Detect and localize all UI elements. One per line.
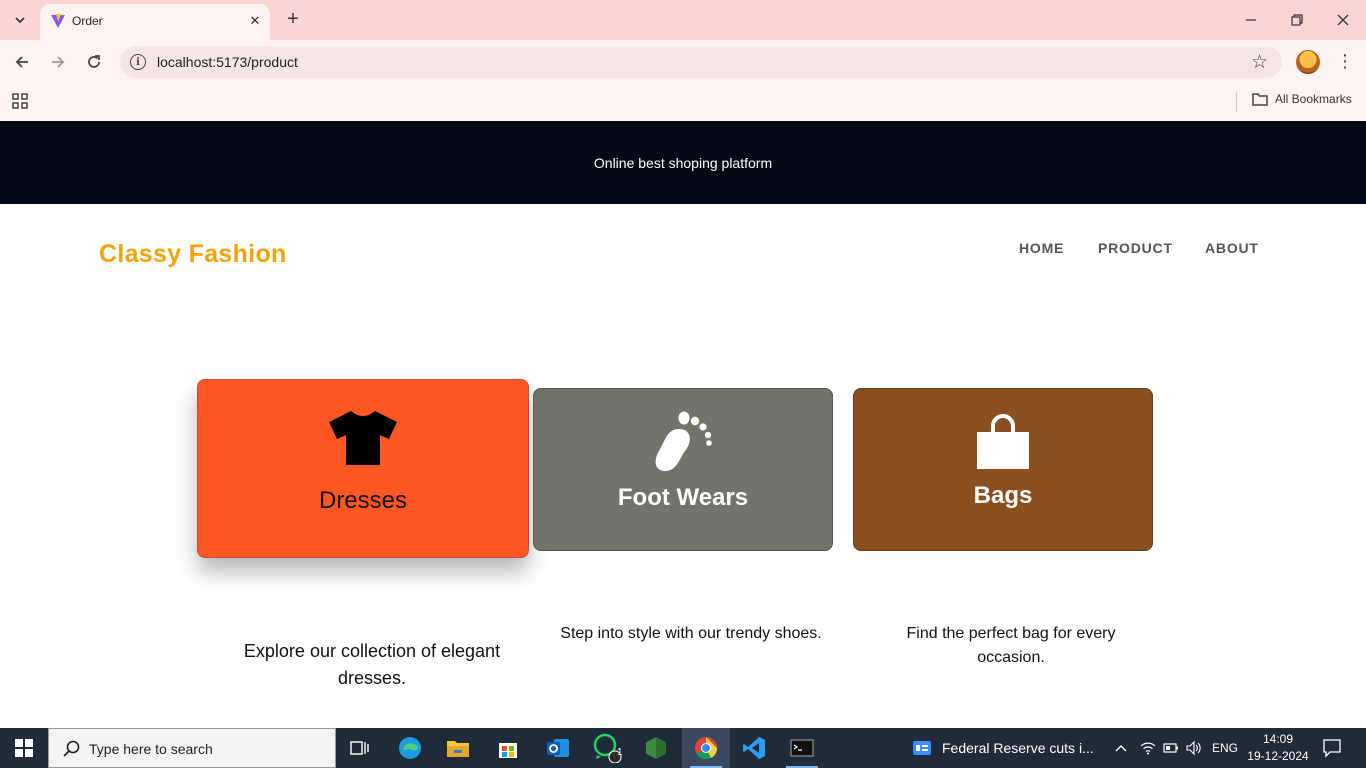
restore-icon (1291, 14, 1303, 26)
show-hidden-icons-button[interactable] (1114, 728, 1128, 768)
taskbar-app-outlook[interactable] (534, 728, 582, 768)
new-tab-button[interactable]: + (282, 9, 304, 31)
tab-close-icon[interactable]: ✕ (246, 12, 264, 30)
notification-center-button[interactable] (1322, 738, 1342, 763)
task-view-icon (350, 741, 369, 755)
clock-time: 14:09 (1262, 732, 1294, 746)
vscode-icon (743, 737, 765, 759)
taskbar-app-nodejs[interactable] (632, 728, 680, 768)
taskbar-app-whatsapp[interactable]: 1 (584, 728, 632, 768)
arrow-right-icon (52, 56, 65, 68)
news-icon (913, 741, 931, 755)
tab-title: Order (72, 14, 103, 28)
arrow-left-icon (15, 56, 28, 68)
all-bookmarks-label: All Bookmarks (1275, 92, 1352, 106)
hexagon-icon (646, 737, 666, 759)
taskbar-app-terminal[interactable] (778, 728, 826, 768)
store-icon (499, 743, 517, 758)
start-button[interactable] (0, 728, 48, 768)
edge-icon (399, 737, 421, 759)
terminal-icon (790, 739, 814, 757)
forward-button[interactable] (46, 50, 70, 74)
shopping-bag-icon (977, 414, 1029, 469)
taskbar-search-box[interactable]: Type here to search (48, 728, 336, 768)
back-button[interactable] (10, 50, 34, 74)
taskbar-news-widget[interactable]: Federal Reserve cuts i... (912, 728, 1094, 768)
windows-taskbar: Type here to search 1 Federal Reserve cu… (0, 728, 1366, 768)
folder-icon (447, 741, 469, 757)
category-label-dresses: Dresses (318, 487, 408, 514)
nav-home[interactable]: HOME (1019, 240, 1064, 256)
site-logo[interactable]: Classy Fashion (99, 240, 287, 269)
category-card-bags[interactable]: Bags (853, 388, 1153, 551)
category-card-dresses[interactable]: Dresses (197, 379, 529, 558)
taskbar-app-edge[interactable] (386, 728, 434, 768)
taskbar-app-file-explorer[interactable] (434, 728, 482, 768)
taskbar-app-vscode[interactable] (730, 728, 778, 768)
reload-button[interactable] (82, 50, 106, 74)
taskbar-app-store[interactable] (484, 728, 532, 768)
site-info-icon[interactable]: i (130, 54, 146, 70)
network-status[interactable] (1140, 728, 1156, 768)
minimize-icon (1246, 19, 1256, 21)
category-card-foot-wears[interactable]: Foot Wears (533, 388, 833, 551)
battery-status[interactable] (1163, 728, 1179, 768)
all-bookmarks-button[interactable]: All Bookmarks (1252, 92, 1352, 106)
bookmarks-separator (1236, 92, 1237, 112)
profile-avatar[interactable] (1296, 50, 1320, 74)
vite-logo-icon (51, 14, 65, 28)
banner-text: Online best shoping platform (593, 154, 773, 171)
taskbar-app-chrome[interactable] (682, 728, 730, 768)
category-description-dresses: Explore our collection of elegant dresse… (243, 641, 501, 688)
bookmark-star-icon[interactable]: ☆ (1251, 51, 1268, 74)
top-banner: Online best shoping platform (0, 121, 1366, 204)
input-language[interactable]: ENG (1212, 728, 1238, 768)
chrome-icon (695, 737, 718, 760)
news-headline: Federal Reserve cuts i... (942, 740, 1094, 756)
nav-about[interactable]: ABOUT (1205, 240, 1259, 256)
category-description-foot-wears: Step into style with our trendy shoes. (560, 625, 822, 642)
apps-grid-icon[interactable] (12, 93, 28, 109)
chevron-down-icon (15, 17, 25, 24)
speaker-icon (1186, 741, 1201, 755)
taskbar-clock[interactable]: 14:09 19-12-2024 (1246, 731, 1310, 765)
tab-search-button[interactable] (8, 8, 32, 32)
wifi-icon (1140, 742, 1156, 755)
restore-button[interactable] (1284, 8, 1310, 32)
minimize-button[interactable] (1238, 8, 1264, 32)
windows-logo-icon (15, 739, 33, 757)
search-icon (63, 740, 80, 757)
nav-product[interactable]: PRODUCT (1098, 240, 1173, 256)
volume-control[interactable] (1186, 728, 1202, 768)
browser-toolbar: i localhost:5173/product ☆ ⋮ (0, 40, 1366, 84)
close-window-button[interactable] (1330, 8, 1356, 32)
bookmarks-bar: All Bookmarks (0, 84, 1366, 121)
category-label-foot-wears: Foot Wears (617, 484, 749, 511)
folder-icon (1252, 93, 1268, 106)
clock-date: 19-12-2024 (1247, 749, 1309, 763)
category-description-bags: Find the perfect bag for every occasion. (906, 625, 1116, 666)
task-view-button[interactable] (336, 728, 384, 768)
browser-tab[interactable]: Order ✕ (40, 4, 270, 40)
chevron-up-icon (1115, 745, 1127, 752)
browser-menu-icon[interactable]: ⋮ (1336, 50, 1354, 74)
url-text[interactable]: localhost:5173/product (157, 54, 298, 70)
taskbar-search-placeholder: Type here to search (89, 741, 213, 757)
outlook-icon (547, 739, 569, 757)
whatsapp-badge-count: 1 (617, 747, 623, 758)
category-label-bags: Bags (973, 482, 1033, 509)
tshirt-icon (329, 411, 397, 465)
battery-icon (1163, 743, 1178, 753)
address-bar[interactable]: i localhost:5173/product ☆ (120, 46, 1282, 78)
browser-tab-strip: Order ✕ + (0, 0, 1366, 40)
reload-icon (88, 55, 100, 68)
web-page: Online best shoping platform Classy Fash… (0, 121, 1366, 728)
close-icon (1337, 14, 1349, 26)
footprint-icon (655, 411, 712, 471)
notification-icon (1323, 739, 1341, 758)
